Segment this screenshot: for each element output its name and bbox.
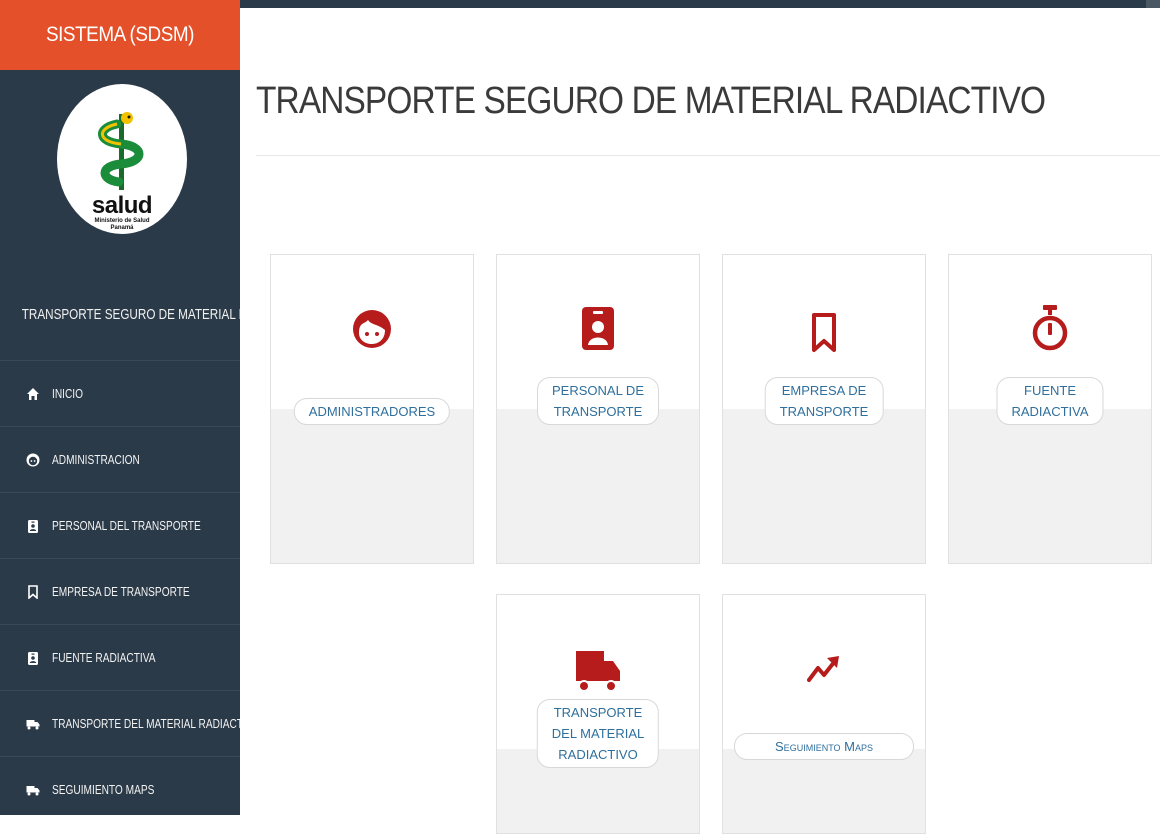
tile-label-line: PERSONAL DE <box>552 383 644 398</box>
id-badge-icon <box>497 305 699 351</box>
tile-fuente-radiactiva[interactable]: FUENTE RADIACTIVA <box>948 254 1152 564</box>
id-badge-icon <box>26 519 40 533</box>
sidebar-item-personal[interactable]: PERSONAL DEL TRANSPORTE <box>0 492 240 558</box>
face-icon <box>26 453 40 467</box>
truck-icon <box>497 647 699 693</box>
sidebar-item-inicio[interactable]: INICIO <box>0 360 240 426</box>
tile-seguimiento-maps[interactable]: Seguimiento Maps <box>722 594 926 834</box>
page-title: TRANSPORTE SEGURO DE MATERIAL RADIACTIVO <box>256 80 1046 122</box>
face-icon <box>271 309 473 349</box>
sidebar-nav: INICIO ADMINISTRACION PERSONAL DEL TRANS… <box>0 360 240 815</box>
sidebar-item-label: ADMINISTRACION <box>52 452 140 467</box>
tile-label[interactable]: FUENTE RADIACTIVA <box>996 377 1104 425</box>
sidebar-item-label: PERSONAL DEL TRANSPORTE <box>52 518 201 533</box>
logo-word: salud <box>91 192 153 219</box>
logo-area: salud Ministerio de Salud Panamá TRANSPO… <box>0 70 240 362</box>
sidebar-item-label: SEGUIMIENTO MAPS <box>52 782 155 797</box>
sidebar-item-label: FUENTE RADIACTIVA <box>52 650 156 665</box>
brand-bar: SISTEMA (SDSM) <box>0 0 240 70</box>
sidebar-item-transporte-material[interactable]: TRANSPORTE DEL MATERIAL RADIACTIVO <box>0 690 240 756</box>
tile-label-line: RADIACTIVO <box>558 747 638 762</box>
top-bar-edge <box>1146 0 1160 8</box>
truck-icon <box>26 717 40 731</box>
tile-personal-transporte[interactable]: PERSONAL DE TRANSPORTE <box>496 254 700 564</box>
id-badge-icon <box>26 651 40 665</box>
ministry-logo: salud Ministerio de Salud Panamá <box>57 84 187 234</box>
tile-label-line: TRANSPORTE <box>779 404 869 419</box>
sidebar-item-label: EMPRESA DE TRANSPORTE <box>52 584 190 599</box>
tile-administradores[interactable]: ADMINISTRADORES <box>270 254 474 564</box>
tile-label-line: RADIACTIVA <box>1011 404 1089 419</box>
tile-label-line: DEL MATERIAL <box>551 726 645 741</box>
tile-label-line: EMPRESA DE <box>781 383 867 398</box>
tile-label-line: TRANSPORTE <box>553 705 643 720</box>
tile-label-line: FUENTE <box>1024 383 1076 398</box>
logo-line1: Ministerio de Salud <box>94 218 150 224</box>
divider <box>256 155 1160 156</box>
tile-label[interactable]: ADMINISTRADORES <box>293 398 451 425</box>
tile-label[interactable]: PERSONAL DE TRANSPORTE <box>537 377 659 425</box>
truck-icon <box>26 783 40 797</box>
top-bar <box>240 0 1160 8</box>
brand-title[interactable]: SISTEMA (SDSM) <box>12 0 228 70</box>
sidebar-item-fuente[interactable]: FUENTE RADIACTIVA <box>0 624 240 690</box>
tile-label[interactable]: TRANSPORTE DEL MATERIAL RADIACTIVO <box>536 699 660 768</box>
site-name: TRANSPORTE SEGURO DE MATERIAL RADIACTIVO <box>21 306 240 323</box>
sidebar-item-empresa[interactable]: EMPRESA DE TRANSPORTE <box>0 558 240 624</box>
tile-label-line: TRANSPORTE <box>553 404 643 419</box>
logo-line2: Panamá <box>110 225 134 231</box>
bookmark-icon <box>26 584 40 599</box>
trend-up-icon <box>723 655 925 683</box>
sidebar-item-label: INICIO <box>52 386 83 401</box>
tile-transporte-material[interactable]: TRANSPORTE DEL MATERIAL RADIACTIVO <box>496 594 700 834</box>
bookmark-icon <box>723 313 925 353</box>
tile-label[interactable]: EMPRESA DE TRANSPORTE <box>764 377 884 425</box>
sidebar: SISTEMA (SDSM) salud Ministerio de Salud… <box>0 0 240 815</box>
sidebar-item-administracion[interactable]: ADMINISTRACION <box>0 426 240 492</box>
tile-empresa-transporte[interactable]: EMPRESA DE TRANSPORTE <box>722 254 926 564</box>
tile-label-line: Seguimiento Maps <box>775 739 873 754</box>
tile-label-line: ADMINISTRADORES <box>308 404 436 419</box>
home-icon <box>26 387 40 401</box>
sidebar-item-label: TRANSPORTE DEL MATERIAL RADIACTIVO <box>52 716 240 731</box>
stopwatch-icon <box>949 303 1151 353</box>
sidebar-item-seguimiento[interactable]: SEGUIMIENTO MAPS <box>0 756 240 815</box>
tile-label[interactable]: Seguimiento Maps <box>734 733 914 760</box>
